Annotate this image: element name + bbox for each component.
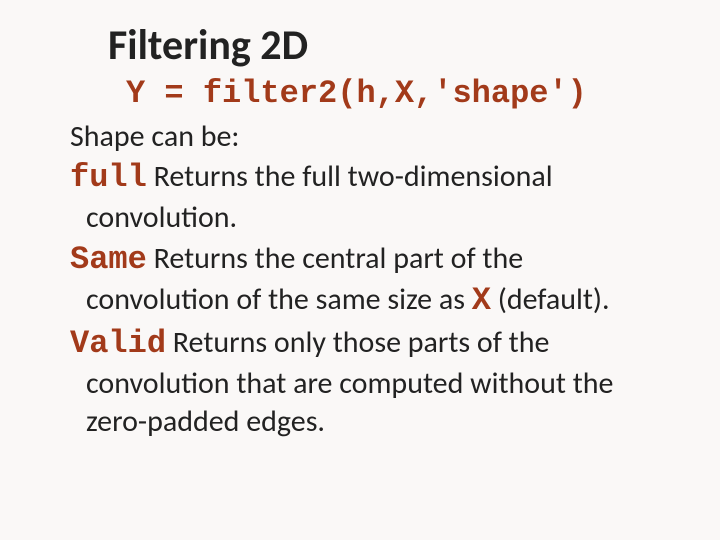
valid-desc-1: Returns only those parts of the: [166, 324, 549, 361]
valid-desc-3: zero-padded edges.: [86, 403, 660, 441]
full-desc-2: convolution.: [86, 199, 660, 237]
body-text: Shape can be: full Returns the full two-…: [70, 118, 660, 441]
slide: Filtering 2D Y = filter2(h,X,'shape') Sh…: [0, 0, 720, 461]
same-desc-1: Returns the central part of the: [147, 240, 523, 277]
inline-x: X: [472, 282, 491, 319]
entry-same: Same Returns the central part of the con…: [70, 240, 660, 322]
full-desc-1: Returns the full two-dimensional: [147, 158, 553, 195]
slide-title: Filtering 2D: [108, 20, 660, 71]
entry-full: full Returns the full two-dimensional co…: [70, 158, 660, 237]
valid-desc-2: convolution that are computed without th…: [86, 365, 660, 403]
shape-label: Shape can be:: [70, 118, 660, 156]
keyword-same: Same: [70, 241, 147, 278]
entry-valid: Valid Returns only those parts of the co…: [70, 324, 660, 442]
same-desc-2: convolution of the same size as X (defau…: [86, 281, 660, 322]
keyword-full: full: [70, 159, 147, 196]
code-expression: Y = filter2(h,X,'shape'): [126, 75, 660, 112]
keyword-valid: Valid: [70, 325, 166, 362]
